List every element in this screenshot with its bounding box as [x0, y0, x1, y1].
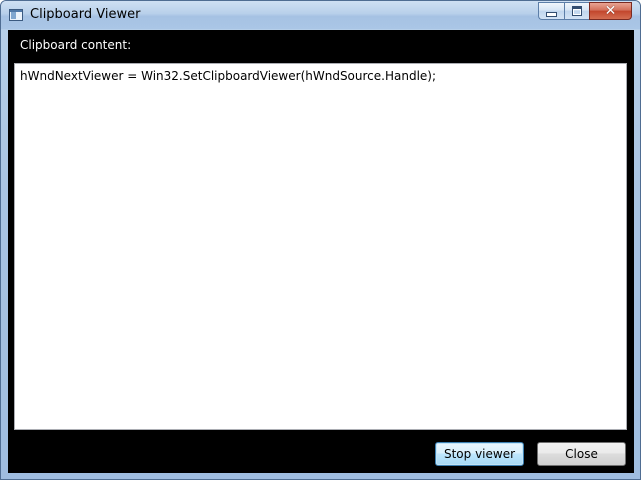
window-title: Clipboard Viewer — [30, 7, 141, 22]
minimize-icon — [546, 12, 557, 17]
minimize-button[interactable] — [538, 2, 564, 20]
close-button[interactable]: Close — [537, 442, 626, 466]
window-app-icon[interactable] — [9, 9, 23, 21]
caption-buttons: ✕ — [538, 2, 632, 21]
clipboard-viewer-window: Clipboard Viewer ✕ Clipboard content: hW… — [0, 0, 641, 480]
close-window-button[interactable]: ✕ — [589, 2, 632, 20]
clipboard-content-textbox[interactable]: hWndNextViewer = Win32.SetClipboardViewe… — [14, 63, 627, 430]
title-bar[interactable]: Clipboard Viewer ✕ — [1, 1, 640, 29]
maximize-icon — [572, 6, 582, 16]
stop-viewer-button[interactable]: Stop viewer — [435, 442, 524, 466]
clipboard-content-label: Clipboard content: — [20, 38, 132, 52]
client-area: Clipboard content: hWndNextViewer = Win3… — [8, 30, 634, 473]
maximize-button[interactable] — [564, 2, 589, 20]
close-icon: ✕ — [604, 3, 617, 19]
